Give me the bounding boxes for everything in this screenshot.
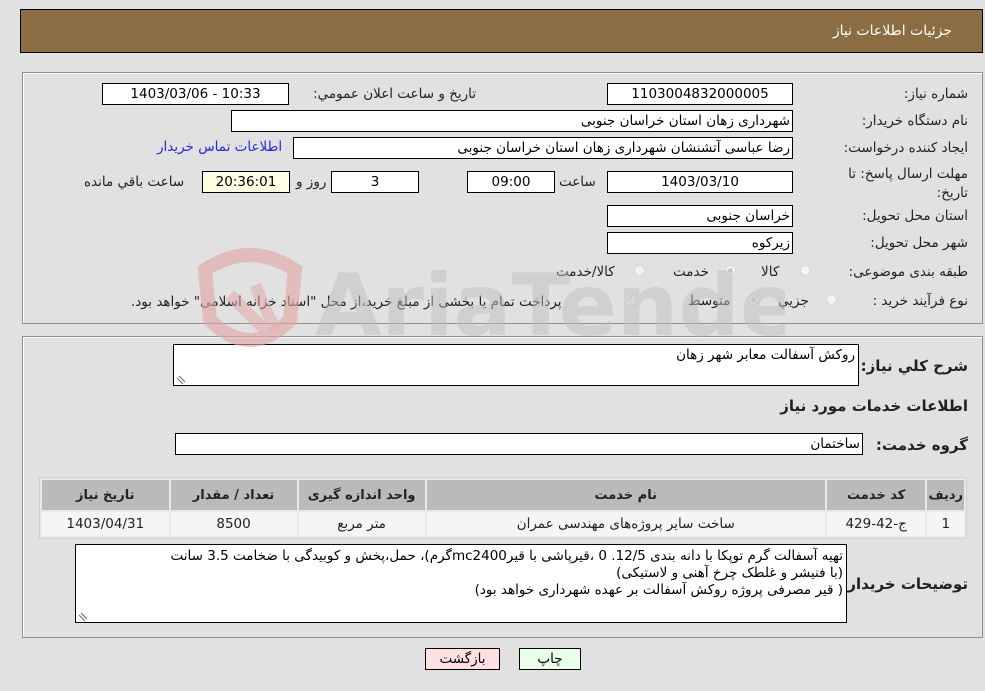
service-group-label: گروه خدمت: (875, 436, 968, 454)
category-option-goods-service: کالا/خدمت (556, 264, 615, 280)
buyer-notes-line-1: تهيه آسفالت گرم توپکا با دانه بندی 12/5.… (170, 548, 843, 564)
print-button[interactable]: چاپ (519, 648, 581, 670)
col-need-date: تاريخ نياز (42, 480, 169, 510)
buyer-org-label: نام دستگاه خريدار: (861, 113, 968, 129)
cell-need-date: 1403/04/31 (42, 512, 169, 536)
table-row: 1 ج-42-429 ساخت ساير پروژه‌های مهندسی عم… (42, 512, 964, 536)
cell-service-code: ج-42-429 (826, 512, 926, 536)
cell-unit: متر مربع (298, 512, 425, 536)
col-service-code: کد خدمت (826, 480, 926, 510)
category-option-service: خدمت (673, 264, 709, 280)
remaining-time-label: ساعت باقي مانده (84, 174, 185, 190)
service-group-field: ساختمان (175, 433, 863, 455)
requester-field: رضا عباسی آتشنشان شهرداری زهان استان خرا… (293, 137, 793, 159)
summary-text: روکش آسفالت معابر شهر زهان (676, 347, 855, 363)
buyer-org-field: شهرداری زهان استان خراسان جنوبی (231, 110, 793, 132)
deadline-time-field: 09:00 (467, 171, 555, 193)
purchase-radio-medium[interactable] (748, 294, 759, 305)
need-number-field: 1103004832000005 (607, 83, 793, 105)
col-unit: واحد اندازه گيری (298, 480, 425, 510)
col-row-number: رديف (927, 480, 964, 510)
buyer-notes-line-3: ( قير مصرفی پروژه روکش آسفالت بر عهده شه… (474, 582, 843, 598)
remaining-days-field: 3 (331, 171, 419, 193)
resize-grip-icon[interactable] (175, 374, 185, 384)
deadline-time-label: ساعت (559, 174, 596, 190)
delivery-city-field: زيرکوه (607, 232, 793, 254)
delivery-province-label: استان محل تحويل: (862, 208, 968, 224)
days-label: روز و (296, 174, 327, 190)
summary-label: شرح کلي نياز: (860, 357, 968, 375)
buyer-notes-line-2: (با فنيشر و غلطک چرخ آهنی و لاستيکی) (616, 565, 843, 581)
treasury-checkbox-label: پرداخت تمام يا بخشی از مبلغ خريد،از محل … (131, 294, 562, 310)
services-table: رديف کد خدمت نام خدمت واحد اندازه گيری ت… (39, 477, 967, 539)
category-option-goods: کالا (761, 264, 780, 280)
announce-datetime-field: 1403/03/06 - 10:33 (102, 83, 289, 105)
category-radio-goods-service[interactable] (634, 265, 645, 276)
resize-grip-icon[interactable] (77, 611, 87, 621)
announce-datetime-label: تاريخ و ساعت اعلان عمومي: (313, 86, 476, 102)
table-header-row: رديف کد خدمت نام خدمت واحد اندازه گيری ت… (42, 480, 964, 510)
buyer-notes-textarea[interactable]: تهيه آسفالت گرم توپکا با دانه بندی 12/5.… (75, 544, 847, 623)
cell-service-name: ساخت ساير پروژه‌های مهندسی عمران (426, 512, 825, 536)
purchase-type-label: نوع فرآيند خريد : (872, 293, 968, 309)
purchase-radio-minor[interactable] (826, 294, 837, 305)
delivery-city-label: شهر محل تحويل: (870, 235, 968, 251)
cell-quantity: 8500 (170, 512, 297, 536)
cell-row-number: 1 (927, 512, 964, 536)
page-title: جزئيات اطلاعات نياز (832, 23, 952, 39)
services-heading: اطلاعات خدمات مورد نياز (780, 397, 968, 415)
purchase-option-medium: متوسط (688, 293, 731, 309)
buyer-notes-label: توضيحات خريدار: (841, 575, 968, 593)
purchase-option-minor: جزيي (778, 293, 809, 309)
buyer-contact-link[interactable]: اطلاعات تماس خريدار (157, 139, 282, 155)
deadline-date-field: 1403/03/10 (607, 171, 793, 193)
col-service-name: نام خدمت (426, 480, 825, 510)
category-label: طبقه بندی موضوعی: (848, 264, 968, 280)
summary-textarea[interactable]: روکش آسفالت معابر شهر زهان (173, 344, 859, 386)
category-radio-service[interactable] (725, 265, 736, 276)
requester-label: ايجاد کننده درخواست: (843, 140, 968, 156)
need-number-label: شماره نياز: (903, 86, 968, 102)
category-radio-goods[interactable] (800, 265, 811, 276)
col-quantity: تعداد / مقدار (170, 480, 297, 510)
remaining-time-field: 20:36:01 (202, 171, 290, 193)
delivery-province-field: خراسان جنوبی (607, 205, 793, 227)
treasury-checkbox[interactable]: ✓ (625, 294, 636, 305)
back-button[interactable]: بازگشت (425, 648, 500, 670)
deadline-label: مهلت ارسال پاسخ: تا تاريخ: (848, 166, 968, 201)
page-header: جزئيات اطلاعات نياز (20, 9, 983, 53)
